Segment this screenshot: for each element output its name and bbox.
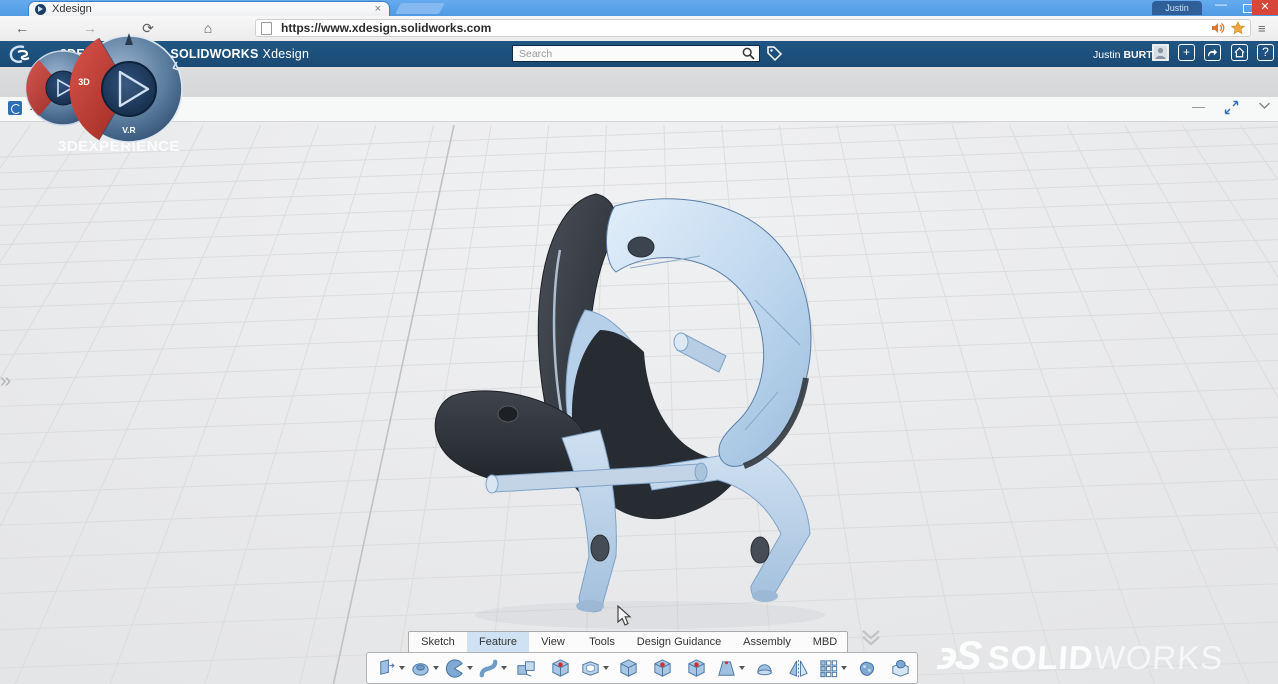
revolved-cut-tool-icon[interactable]: [441, 655, 475, 681]
tab-favicon-icon: [35, 3, 46, 15]
browser-tab[interactable]: Xdesign ×: [28, 1, 390, 16]
ribbon-tab-design-guidance[interactable]: Design Guidance: [627, 632, 731, 652]
tab-close-icon[interactable]: ×: [373, 3, 383, 15]
revolve-dropdown-icon[interactable]: [433, 666, 439, 670]
3dexperience-compass[interactable]: 3D V.R: [15, 25, 190, 147]
pattern-tool-icon[interactable]: [815, 655, 849, 681]
extrude-tool-icon[interactable]: [373, 655, 407, 681]
add-content-button[interactable]: +: [1178, 44, 1195, 61]
revolve-tool-icon[interactable]: [407, 655, 441, 681]
solidworks-logo-light: WORKS: [1092, 639, 1225, 676]
solidworks-watermark: ϶S SOLIDWORKS: [936, 634, 1225, 679]
ribbon-tab-view[interactable]: View: [529, 632, 577, 652]
browser-menu-icon[interactable]: ≡: [1258, 21, 1266, 36]
compass-west-label: 3D: [78, 77, 90, 87]
search-icon[interactable]: [742, 47, 755, 60]
address-bar[interactable]: [255, 19, 1251, 37]
window-minimize-button[interactable]: —: [1208, 0, 1234, 15]
user-avatar[interactable]: [1152, 44, 1169, 61]
deform-tool-icon[interactable]: [849, 655, 883, 681]
page-security-icon: [261, 21, 272, 35]
mirror-tool-icon[interactable]: [781, 655, 815, 681]
share-arrow-icon: [1207, 48, 1218, 57]
revolved-cut-dropdown-icon[interactable]: [467, 666, 473, 670]
dome-tool-icon[interactable]: [747, 655, 781, 681]
tab-title: Xdesign: [52, 3, 92, 15]
url-input[interactable]: [279, 20, 1211, 36]
ribbon-more-chevron-icon[interactable]: [858, 629, 884, 646]
solidworks-logo-bold: SOLID: [986, 639, 1095, 676]
draft-dropdown-icon[interactable]: [739, 666, 745, 670]
mouse-cursor: [617, 605, 632, 626]
window-close-button[interactable]: ✕: [1252, 0, 1278, 15]
audio-indicator-icon: [1212, 23, 1225, 33]
browser-toolbar: ← → ⟳ ⌂ ≡: [0, 16, 1278, 42]
pattern-dropdown-icon[interactable]: [841, 666, 847, 670]
app-titlebar: [0, 97, 1278, 122]
chamfer-tool-icon[interactable]: [679, 655, 713, 681]
subtract-tool-icon[interactable]: [543, 655, 577, 681]
new-tab-button[interactable]: [395, 3, 445, 14]
browser-profile-chip[interactable]: Justin: [1152, 1, 1202, 15]
draft-tool-icon[interactable]: [713, 655, 747, 681]
ribbon-tabs: Sketch Feature View Tools Design Guidance Ass…: [408, 631, 848, 653]
compass-south-label: V.R: [122, 125, 135, 135]
shell-dropdown-icon[interactable]: [603, 666, 609, 670]
shell-tool-icon[interactable]: [577, 655, 611, 681]
workspace-tabstrip: [0, 67, 1278, 98]
app-minimize-button[interactable]: —: [1192, 99, 1205, 114]
solidworks-logo-glyph: ϶S: [936, 634, 982, 678]
solid-body-tool-icon[interactable]: [611, 655, 645, 681]
global-search[interactable]: [512, 45, 760, 62]
ribbon-tab-tools[interactable]: Tools: [577, 632, 627, 652]
tag-icon[interactable]: [766, 45, 783, 62]
app-collapse-chevron-icon[interactable]: [1258, 101, 1271, 110]
sweep-dropdown-icon[interactable]: [501, 666, 507, 670]
platform-header: 3DEXPERIENCE|SOLIDWORKSXdesign JustinBUR…: [0, 41, 1278, 67]
ribbon-tab-mbd[interactable]: MBD: [803, 632, 847, 652]
wrap-tool-icon[interactable]: [883, 655, 917, 681]
fillet-tool-icon[interactable]: [645, 655, 679, 681]
search-input[interactable]: [517, 46, 742, 61]
help-button[interactable]: ?: [1257, 44, 1274, 61]
browser-home-icon[interactable]: ⌂: [198, 19, 218, 37]
feature-toolbar-icons: [366, 652, 918, 684]
ribbon-tab-sketch[interactable]: Sketch: [409, 632, 467, 652]
share-button[interactable]: [1204, 44, 1221, 61]
platform-home-button[interactable]: [1231, 44, 1248, 61]
combine-tool-icon[interactable]: [509, 655, 543, 681]
bookmark-star-icon[interactable]: [1231, 21, 1245, 35]
ribbon-tab-assembly[interactable]: Assembly: [731, 632, 803, 652]
extrude-dropdown-icon[interactable]: [399, 666, 405, 670]
ribbon-tab-feature[interactable]: Feature: [467, 632, 529, 652]
brand-app: Xdesign: [262, 47, 310, 61]
app-expand-icon[interactable]: [1224, 100, 1239, 115]
user-first-name: Justin: [1093, 49, 1121, 61]
left-panel-expander-icon[interactable]: »: [0, 370, 11, 393]
sweep-tool-icon[interactable]: [475, 655, 509, 681]
compass-large[interactable]: 3D V.R: [69, 33, 183, 143]
home-icon: [1234, 47, 1245, 58]
browser-titlebar: Xdesign × Justin — ✕: [0, 0, 1278, 16]
